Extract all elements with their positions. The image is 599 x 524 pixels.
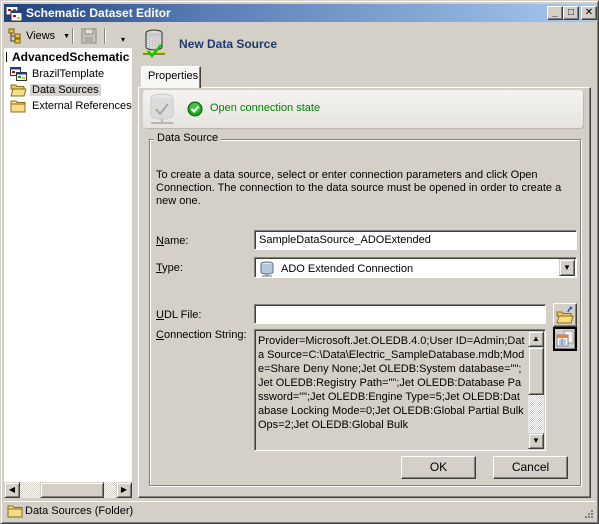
page-title: New Data Source	[179, 37, 278, 51]
tree-line	[6, 52, 7, 62]
window-title: Schematic Dataset Editor	[26, 6, 171, 20]
close-icon: ✕	[584, 7, 594, 18]
tree-root[interactable]: AdvancedSchematic	[12, 50, 129, 64]
right-pane: New Data Source Properties Open connecti…	[137, 24, 596, 499]
tree-item-label: Data Sources	[30, 84, 101, 96]
tree-item-external-references[interactable]: External References	[10, 98, 132, 114]
database-icon	[150, 93, 174, 124]
views-label: Views	[26, 30, 56, 42]
scroll-left-icon[interactable]: ◀	[4, 482, 20, 498]
connection-string-label: Connection String:	[156, 329, 247, 341]
tree-item-brazil-template[interactable]: BrazilTemplate	[10, 66, 106, 82]
maximize-button[interactable]: □	[563, 6, 579, 20]
label-text: ame:	[163, 235, 189, 247]
schematic-tree: AdvancedSchematic BrazilTemplate Data So…	[4, 48, 132, 482]
tab-label: Properties	[148, 70, 199, 82]
left-toolbar: Views ▼ ▾	[4, 24, 132, 48]
minimize-icon: _	[552, 7, 558, 18]
folder-icon	[7, 505, 23, 518]
udl-file-label: UDL File:	[156, 309, 201, 321]
build-connection-button[interactable]	[553, 327, 577, 351]
close-button[interactable]: ✕	[581, 6, 597, 20]
label-text: DL File:	[163, 309, 202, 321]
folder-icon	[10, 100, 26, 113]
type-select[interactable]: ADO Extended Connection ▼	[254, 257, 577, 278]
browse-udl-button[interactable]	[553, 303, 577, 327]
groupbox-title: Data Source	[154, 132, 222, 144]
scrollbar-thumb[interactable]	[40, 482, 104, 498]
connection-string-textarea[interactable]: Provider=Microsoft.Jet.OLEDB.4.0;User ID…	[254, 329, 546, 451]
database-icon	[260, 261, 274, 276]
chevron-down-icon: ▼	[63, 32, 71, 40]
label-accelerator: N	[156, 235, 164, 247]
resize-grip-icon[interactable]	[582, 507, 594, 519]
tree-item-label: BrazilTemplate	[32, 68, 105, 80]
cancel-button[interactable]: Cancel	[493, 456, 568, 479]
udl-file-input[interactable]	[254, 304, 546, 324]
connection-status-text: Open connection state	[210, 102, 321, 114]
left-pane: Views ▼ ▾ AdvancedSchematic BrazilTempla…	[4, 24, 132, 499]
template-icon	[10, 67, 27, 81]
ok-button[interactable]: OK	[401, 456, 476, 479]
name-input[interactable]: SampleDataSource_ADOExtended	[254, 230, 577, 250]
tree-item-label: External References	[32, 100, 132, 112]
views-dropdown-button[interactable]: Views ▼	[8, 27, 70, 45]
status-bar-text: Data Sources (Folder)	[25, 505, 134, 517]
database-connected-icon	[143, 29, 165, 58]
schematic-dataset-icon	[6, 5, 22, 21]
toolbar-overflow-icon[interactable]: ▾	[118, 36, 128, 46]
type-select-value: ADO Extended Connection	[281, 262, 414, 275]
label-accelerator: C	[156, 329, 164, 341]
tree-item-data-sources[interactable]: Data Sources	[10, 82, 101, 98]
connection-builder-icon	[556, 330, 574, 347]
folder-open-icon	[556, 306, 574, 324]
check-circle-icon	[187, 101, 203, 117]
connection-string-value: Provider=Microsoft.Jet.OLEDB.4.0;User ID…	[258, 335, 525, 431]
instructions-text: To create a data source, select or enter…	[156, 169, 562, 207]
chevron-down-icon[interactable]: ▼	[559, 259, 575, 276]
scroll-down-icon[interactable]: ▼	[528, 433, 544, 449]
toolbar-separator	[72, 28, 74, 44]
toolbar-separator	[104, 28, 106, 44]
status-bar: Data Sources (Folder)	[4, 501, 596, 521]
label-accelerator: U	[156, 309, 164, 321]
tab-properties[interactable]: Properties	[141, 66, 201, 88]
scroll-right-icon[interactable]: ▶	[116, 482, 132, 498]
save-icon[interactable]	[80, 27, 98, 45]
views-icon	[8, 28, 21, 44]
connection-status-banner: Open connection state	[143, 90, 583, 128]
scroll-up-icon[interactable]: ▲	[528, 331, 544, 347]
tree-horizontal-scrollbar[interactable]: ◀ ▶	[4, 482, 132, 498]
type-label: Type:	[156, 262, 183, 274]
scrollbar-thumb[interactable]	[528, 347, 544, 395]
folder-open-icon	[10, 84, 27, 97]
name-label: Name:	[156, 235, 188, 247]
maximize-icon: □	[567, 7, 575, 18]
label-text: onnection String:	[163, 329, 247, 341]
minimize-button[interactable]: _	[547, 6, 563, 20]
label-text: ype:	[162, 262, 183, 274]
title-bar[interactable]: Schematic Dataset Editor _ □ ✕	[4, 4, 597, 22]
connection-string-scrollbar[interactable]: ▲ ▼	[528, 331, 544, 449]
schematic-dataset-editor-window: Schematic Dataset Editor _ □ ✕ Views ▼ ▾…	[0, 0, 599, 524]
